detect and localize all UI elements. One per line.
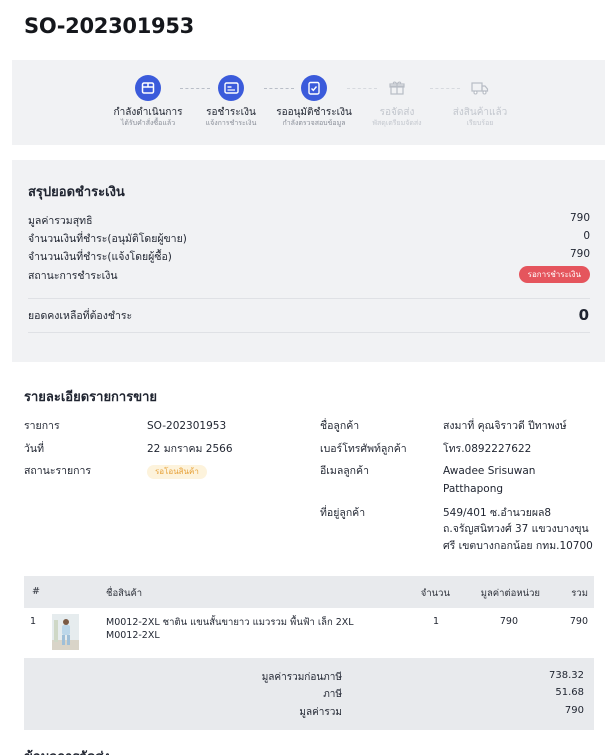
col-name-header: ชื่อสินค้า (106, 588, 143, 599)
payment-status-row: สถานะการชำระเงิน รอการชำระเงิน (28, 266, 590, 283)
payment-summary-card: สรุปยอดชำระเงิน มูลค่ารวมสุทธิ 790 จำนวน… (12, 160, 605, 362)
net-total-row: มูลค่ารวมสุทธิ 790 (28, 212, 590, 228)
tax-label: ภาษี (323, 689, 342, 700)
order-progress-stepper: กำลังดำเนินการ ได้รับคำสั่งซื้อแล้ว รอชำ… (12, 60, 605, 145)
box-icon (135, 75, 161, 101)
step-sublabel: เรียบร้อย (466, 119, 494, 127)
paid-notified-label: จำนวนเงินที่ชำระ(แจ้งโดยผู้ซื้อ) (28, 251, 172, 263)
product-thumbnail[interactable] (52, 614, 79, 650)
balance-value: 0 (578, 306, 589, 324)
step-shipped: ส่งสินค้าแล้ว เรียบร้อย (430, 75, 530, 128)
paid-approved-label: จำนวนเงินที่ชำระ(อนุมัติโดยผู้ขาย) (28, 233, 187, 245)
truck-icon (467, 75, 493, 101)
paid-notified-row: จำนวนเงินที่ชำระ(แจ้งโดยผู้ซื้อ) 790 (28, 248, 590, 264)
order-status-label: สถานะรายการ (24, 465, 92, 477)
row-total: 790 (569, 616, 588, 627)
clipboard-check-icon (301, 75, 327, 101)
tax-value: 51.68 (555, 687, 584, 698)
date-label: วันที่ (24, 443, 44, 455)
order-totals: มูลค่ารวมก่อนภาษี 738.32 ภาษี 51.68 มูลค… (24, 658, 594, 730)
item-value: SO-202301953 (147, 420, 227, 432)
step-label: ส่งสินค้าแล้ว (452, 107, 508, 118)
col-unit-price-header: มูลค่าต่อหน่วย (480, 588, 540, 599)
customer-address-line3: ศรี เขตบางกอกน้อย กทม.10700 (443, 540, 593, 552)
col-number-header: # (32, 586, 40, 597)
item-label: รายการ (24, 420, 60, 432)
customer-address-label: ที่อยู่ลูกค้า (320, 507, 366, 519)
customer-email-value-line2: Patthapong (443, 483, 504, 495)
shipping-info-title: ข้อมูลการจัดส่ง (24, 746, 110, 755)
customer-address-line2: ถ.จรัญสนิทวงศ์ 37 แขวงบางขุน (443, 523, 589, 535)
page-title: SO-202301953 (24, 14, 194, 38)
row-qty: 1 (432, 616, 439, 627)
sale-detail-title: รายละเอียดรายการขาย (24, 390, 158, 405)
row-number: 1 (30, 616, 37, 627)
gift-box-icon (384, 75, 410, 101)
payment-status-label: สถานะการชำระเงิน (28, 270, 118, 282)
net-total-label: มูลค่ารวมสุทธิ (28, 215, 93, 227)
payment-summary-title: สรุปยอดชำระเงิน (28, 185, 125, 200)
divider (28, 298, 590, 299)
paid-approved-value: 0 (583, 230, 590, 242)
col-total-header: รวม (571, 588, 588, 599)
paid-approved-row: จำนวนเงินที่ชำระ(อนุมัติโดยผู้ขาย) 0 (28, 230, 590, 246)
date-value: 22 มกราคม 2566 (147, 443, 233, 455)
customer-phone-value: โทร.0892227622 (443, 443, 532, 455)
pretax-label: มูลค่ารวมก่อนภาษี (261, 672, 342, 683)
customer-name-value: สงมาที่ คุณจิราวดี ปีทาพงษ์ (443, 420, 567, 432)
col-qty-header: จำนวน (420, 588, 450, 599)
customer-email-value-line1: Awadee Srisuwan (443, 465, 536, 477)
net-total-value: 790 (569, 212, 590, 224)
balance-label: ยอดคงเหลือที่ต้องชำระ (28, 310, 133, 322)
customer-email-label: อีเมลลูกค้า (320, 465, 369, 477)
items-table-header: # ชื่อสินค้า จำนวน มูลค่าต่อหน่วย รวม (24, 576, 594, 608)
payment-status-badge: รอการชำระเงิน (518, 266, 590, 283)
customer-phone-label: เบอร์โทรศัพท์ลูกค้า (320, 443, 407, 455)
pretax-value: 738.32 (549, 670, 584, 681)
grand-total-value: 790 (564, 705, 584, 716)
credit-card-icon (218, 75, 244, 101)
order-status-badge: รอโอนสินค้า (147, 465, 207, 479)
paid-notified-value: 790 (569, 248, 590, 260)
grand-total-label: มูลค่ารวม (299, 707, 342, 718)
customer-name-label: ชื่อลูกค้า (320, 420, 360, 432)
product-name: M0012-2XL ชาติน แขนสั้นขายาว แมวรวม พื้น… (106, 617, 354, 628)
order-status-field: รอโอนสินค้า (147, 462, 207, 480)
divider (28, 332, 590, 333)
table-row[interactable]: 1 M0012-2XL ชาติน แขนสั้นขายาว แมวรวม พื… (24, 608, 594, 658)
row-unit-price: 790 (499, 616, 518, 627)
product-sku: M0012-2XL (106, 630, 160, 641)
